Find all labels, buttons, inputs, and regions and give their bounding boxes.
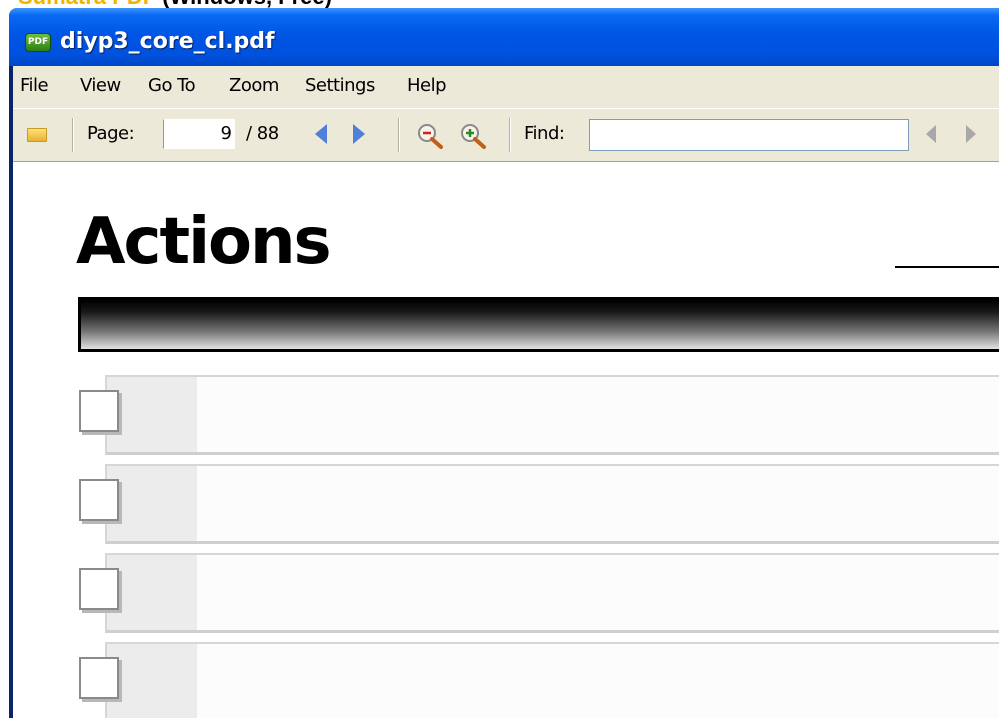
action-row	[105, 553, 999, 633]
action-row	[105, 464, 999, 544]
zoom-out-icon[interactable]	[415, 122, 445, 150]
heading-underline	[895, 266, 999, 268]
find-label: Find:	[524, 123, 565, 144]
action-checkbox[interactable]	[79, 479, 119, 521]
row-stripe	[107, 377, 197, 452]
toolbar: Page: 9 / 88 Find:	[13, 108, 999, 161]
action-checkbox[interactable]	[79, 390, 119, 432]
action-row	[105, 642, 999, 718]
toolbar-separator	[398, 118, 400, 152]
section-header-bar	[78, 297, 999, 352]
toolbar-separator	[72, 118, 74, 152]
menu-file[interactable]: File	[20, 75, 49, 97]
row-stripe	[107, 555, 197, 630]
folder-icon[interactable]	[27, 128, 47, 142]
row-stripe	[107, 466, 197, 541]
menu-bar: File View Go To Zoom Settings Help	[13, 66, 999, 106]
arrow-right-icon[interactable]	[353, 124, 365, 144]
page-heading: Actions	[76, 205, 332, 279]
client-area: File View Go To Zoom Settings Help Page:…	[13, 66, 999, 718]
pdf-icon[interactable]: PDF	[25, 33, 51, 52]
page-number-input[interactable]: 9	[163, 119, 235, 149]
action-checkbox[interactable]	[79, 657, 119, 699]
menu-settings[interactable]: Settings	[305, 75, 375, 97]
row-stripe	[107, 644, 197, 718]
zoom-in-icon[interactable]	[458, 122, 488, 150]
find-prev-icon[interactable]	[926, 125, 936, 143]
menu-go-to[interactable]: Go To	[148, 75, 196, 97]
document-view[interactable]: Actions	[13, 161, 999, 718]
find-input[interactable]	[589, 119, 909, 151]
menu-help[interactable]: Help	[407, 75, 447, 97]
action-row	[105, 375, 999, 455]
title-bar[interactable]: PDF diyp3_core_cl.pdf	[9, 8, 999, 66]
action-checkbox[interactable]	[79, 568, 119, 610]
app-window: PDF diyp3_core_cl.pdf File View Go To Zo…	[9, 8, 999, 718]
page-label: Page:	[87, 123, 135, 144]
menu-view[interactable]: View	[80, 75, 121, 97]
toolbar-separator	[509, 118, 511, 152]
page-total: / 88	[246, 123, 279, 144]
window-title: diyp3_core_cl.pdf	[60, 29, 275, 54]
arrow-left-icon[interactable]	[315, 124, 327, 144]
menu-zoom[interactable]: Zoom	[229, 75, 279, 97]
find-next-icon[interactable]	[966, 125, 976, 143]
